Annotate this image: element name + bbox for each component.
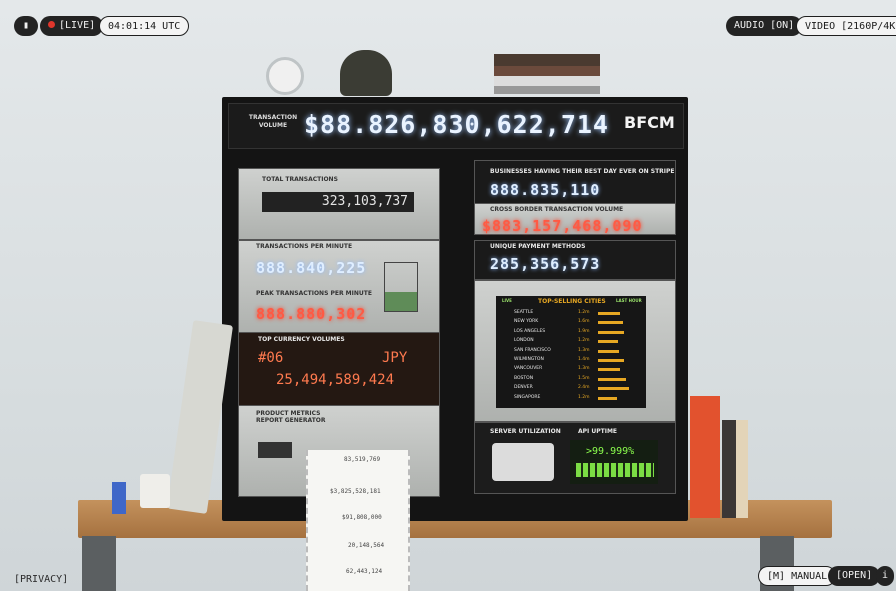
video-quality-button[interactable]: VIDEO [2160P/4K]: [796, 16, 896, 36]
cross-border-label: CROSS BORDER TRANSACTION VOLUME: [490, 206, 624, 213]
city-row: DENVER 2.4m: [514, 385, 642, 393]
receipt-line: $3,825,528,181: [330, 488, 381, 495]
top-cities-board: TOP-SELLING CITIES LIVE LAST HOUR SEATTL…: [496, 296, 646, 408]
city-name: LOS ANGELES: [514, 328, 546, 334]
bfcm-book: [690, 396, 720, 518]
city-row: NEW YORK 1.6m: [514, 319, 642, 327]
report-buttons: [258, 442, 292, 458]
city-bar: [598, 368, 620, 372]
utilization-gauge: [492, 443, 554, 481]
payment-methods-value: 285,356,573: [490, 255, 601, 273]
best-day-label: BUSINESSES HAVING THEIR BEST DAY EVER ON…: [490, 168, 675, 175]
total-transactions-label: TOTAL TRANSACTIONS: [262, 176, 338, 183]
city-name: LONDON: [514, 338, 534, 344]
city-row: SINGAPORE 1.2m: [514, 395, 642, 403]
city-name: SINGAPORE: [514, 394, 541, 400]
payment-methods-label: UNIQUE PAYMENT METHODS: [490, 243, 586, 250]
open-button[interactable]: [OPEN]: [828, 566, 881, 586]
city-name: VANCOUVER: [514, 366, 543, 372]
cross-border-value: $883,157,468,090: [482, 217, 643, 235]
bfcm-logo: BFCM: [624, 113, 675, 132]
city-bar: [598, 396, 617, 400]
city-value: 1.4m: [578, 357, 590, 362]
live-status-button[interactable]: [LIVE]: [40, 16, 104, 36]
live-label: [LIVE]: [59, 20, 96, 31]
city-bar: [598, 377, 626, 381]
currency-code: JPY: [382, 350, 408, 366]
city-value: 1.2m: [578, 394, 590, 400]
peak-tpm-label: PEAK TRANSACTIONS PER MINUTE: [256, 290, 372, 297]
transaction-volume-label: TRANSACTION VOLUME: [248, 114, 298, 129]
table-leg: [82, 536, 116, 591]
peak-tpm-value: 888.880,302: [256, 305, 367, 323]
receipt-line: 20,148,564: [348, 542, 385, 549]
book-stack: [494, 54, 600, 94]
city-row: SAN FRANCISCO 1.3m: [514, 348, 642, 356]
audio-toggle-button[interactable]: AUDIO [ON]: [726, 16, 803, 36]
city-row: BOSTON 1.5m: [514, 376, 642, 384]
city-name: SAN FRANCISCO: [514, 347, 551, 353]
city-row: SEATTLE 1.2m: [514, 310, 642, 318]
info-icon[interactable]: i: [876, 566, 894, 586]
live-tag: LIVE: [502, 298, 512, 303]
city-row: LONDON 1.2m: [514, 338, 642, 346]
total-transactions-value: 323,103,737: [262, 192, 414, 212]
city-row: VANCOUVER 1.3m: [514, 366, 642, 374]
best-day-value: 888.835,110: [490, 181, 601, 199]
tpm-sparkline: [384, 262, 418, 312]
top-cities-title: TOP-SELLING CITIES: [538, 298, 606, 305]
top-currency-panel: [238, 332, 440, 406]
receipt-line: 62,443,124: [346, 568, 383, 575]
city-value: 1.5m: [578, 375, 590, 381]
city-value: 1.9m: [578, 328, 590, 334]
cream-book: [736, 420, 748, 518]
chat-bubble-icon[interactable]: ▮: [14, 16, 38, 36]
city-bar: [598, 340, 618, 344]
currency-volume: 25,494,589,424: [276, 372, 395, 388]
city-row: WILMINGTON 1.4m: [514, 357, 642, 365]
city-bar: [598, 321, 623, 325]
last-hour-tag: LAST HOUR: [616, 298, 642, 303]
api-uptime-value: >99.999%: [586, 446, 635, 457]
city-name: DENVER: [514, 385, 533, 391]
printed-receipt: 83,519,769 $3,825,528,181 $91,808,000 20…: [306, 450, 410, 591]
city-value: 1.6m: [578, 319, 590, 325]
city-bar: [598, 387, 629, 391]
city-bar: [598, 359, 624, 362]
dark-book: [722, 420, 736, 518]
city-value: 1.3m: [578, 366, 590, 372]
top-currency-label: TOP CURRENCY VOLUMES: [258, 336, 345, 343]
currency-rank: #06: [258, 350, 284, 366]
transaction-volume-counter: $88.826,830,622,714: [304, 110, 609, 139]
live-dot-icon: [48, 20, 55, 28]
manual-button[interactable]: [M] MANUAL: [758, 566, 837, 586]
uptime-bars: [576, 463, 654, 477]
city-name: WILMINGTON: [514, 357, 544, 362]
receipt-line: 83,519,769: [344, 456, 381, 463]
api-uptime-label: API UPTIME: [578, 428, 618, 435]
privacy-link[interactable]: [PRIVACY]: [14, 570, 68, 590]
city-name: SEATTLE: [514, 310, 534, 315]
clock-display: 04:01:14 UTC: [99, 16, 190, 36]
server-utilization-label: SERVER UTILIZATION: [490, 428, 561, 435]
city-bar: [598, 312, 620, 315]
desk-clock: [266, 57, 304, 95]
tpm-value: 888.840,225: [256, 259, 367, 277]
product-metrics-label: PRODUCT METRICS REPORT GENERATOR: [256, 410, 326, 424]
llama-figurine: [112, 482, 126, 514]
city-value: 2.4m: [578, 385, 590, 391]
city-bar: [598, 349, 619, 353]
city-row: LOS ANGELES 1.9m: [514, 329, 642, 337]
city-value: 1.2m: [578, 310, 590, 315]
coffee-mug: [140, 474, 170, 508]
city-name: BOSTON: [514, 375, 534, 381]
city-name: NEW YORK: [514, 319, 539, 325]
city-value: 1.2m: [578, 338, 590, 344]
tpm-label: TRANSACTIONS PER MINUTE: [256, 243, 353, 250]
receipt-line: $91,808,000: [342, 514, 382, 521]
city-value: 1.3m: [578, 347, 590, 353]
city-bar: [598, 330, 624, 334]
cap: [340, 50, 392, 96]
